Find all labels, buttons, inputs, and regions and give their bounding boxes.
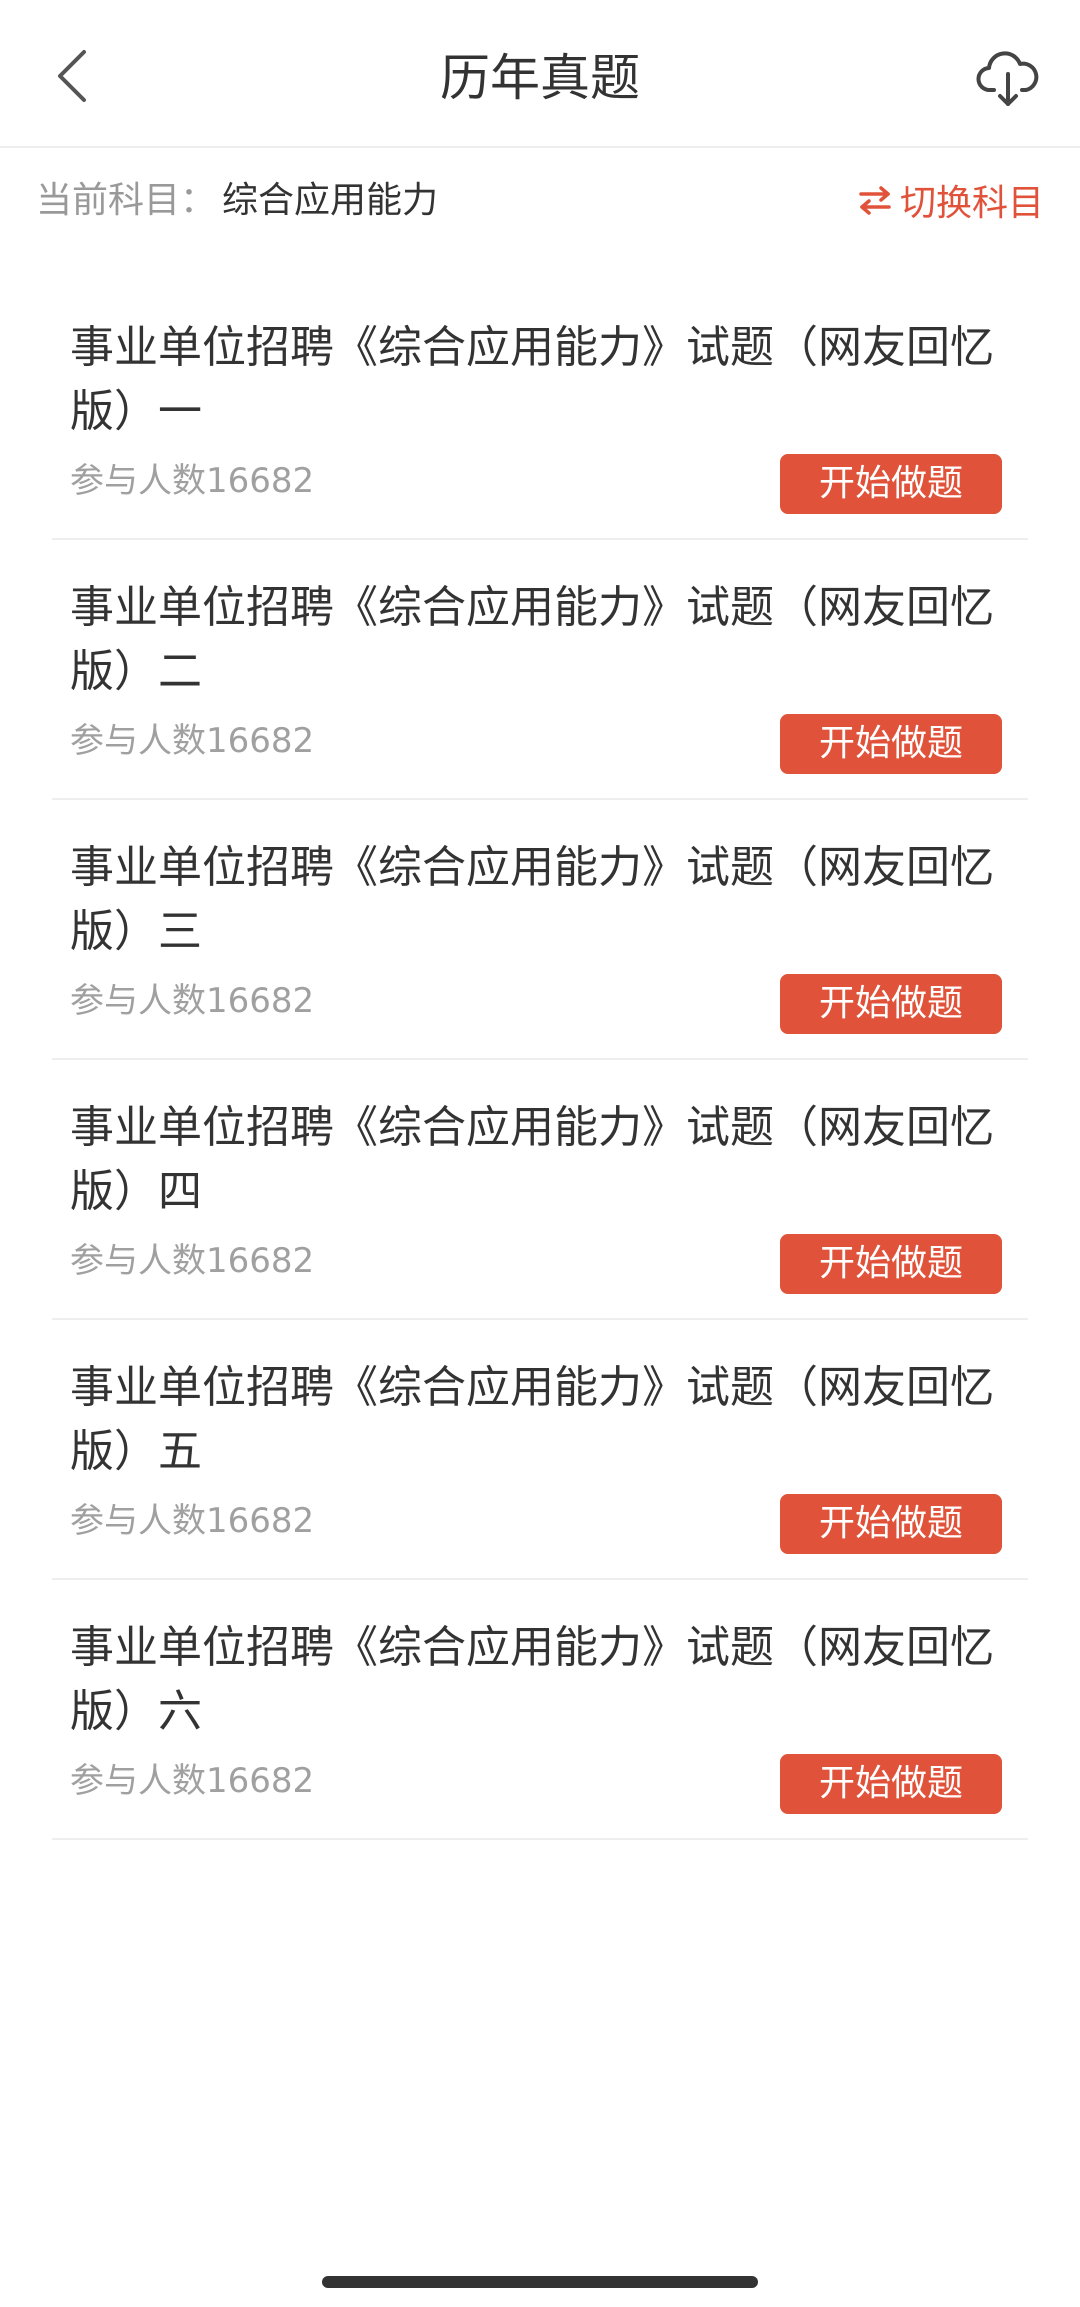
list-item[interactable]: 事业单位招聘《综合应用能力》试题（网友回忆版）六 参与人数16682 开始做题 (52, 1580, 1028, 1840)
subject-bar: 当前科目： 综合应用能力 切换科目 (0, 150, 1080, 254)
cloud-download-icon (976, 51, 1039, 106)
download-button[interactable] (966, 36, 1050, 120)
list-item[interactable]: 事业单位招聘《综合应用能力》试题（网友回忆版）三 参与人数16682 开始做题 (52, 800, 1028, 1060)
page-title: 历年真题 (440, 49, 640, 107)
count-prefix: 参与人数 (70, 721, 206, 761)
top-bar: 历年真题 (0, 0, 1080, 148)
item-title: 事业单位招聘《综合应用能力》试题（网友回忆版）四 (70, 1102, 994, 1217)
start-button[interactable]: 开始做题 (780, 1494, 1002, 1554)
item-title: 事业单位招聘《综合应用能力》试题（网友回忆版）三 (70, 842, 994, 957)
count-prefix: 参与人数 (70, 1761, 206, 1801)
swap-arrows-icon (859, 186, 891, 215)
subject-value: 综合应用能力 (222, 180, 439, 221)
participant-count: 参与人数16682 (70, 1236, 314, 1286)
start-button[interactable]: 开始做题 (780, 714, 1002, 774)
participant-count: 参与人数16682 (70, 1496, 314, 1546)
item-title: 事业单位招聘《综合应用能力》试题（网友回忆版）六 (70, 1622, 994, 1737)
switch-subject-button[interactable]: 切换科目 (858, 170, 1044, 230)
item-title: 事业单位招聘《综合应用能力》试题（网友回忆版）一 (70, 322, 994, 437)
participant-count: 参与人数16682 (70, 716, 314, 766)
count-prefix: 参与人数 (70, 1241, 206, 1281)
list-item[interactable]: 事业单位招聘《综合应用能力》试题（网友回忆版）四 参与人数16682 开始做题 (52, 1060, 1028, 1320)
list-item[interactable]: 事业单位招聘《综合应用能力》试题（网友回忆版）二 参与人数16682 开始做题 (52, 540, 1028, 800)
exam-list: 事业单位招聘《综合应用能力》试题（网友回忆版）一 参与人数16682 开始做题 … (52, 280, 1028, 1840)
start-button[interactable]: 开始做题 (780, 454, 1002, 514)
participant-count: 参与人数16682 (70, 1756, 314, 1806)
count-prefix: 参与人数 (70, 981, 206, 1021)
count-value: 16682 (206, 721, 315, 761)
count-prefix: 参与人数 (70, 1501, 206, 1541)
count-value: 16682 (206, 1761, 315, 1801)
list-item[interactable]: 事业单位招聘《综合应用能力》试题（网友回忆版）五 参与人数16682 开始做题 (52, 1320, 1028, 1580)
count-value: 16682 (206, 1241, 315, 1281)
start-button[interactable]: 开始做题 (780, 1754, 1002, 1814)
count-value: 16682 (206, 1501, 315, 1541)
list-item[interactable]: 事业单位招聘《综合应用能力》试题（网友回忆版）一 参与人数16682 开始做题 (52, 280, 1028, 540)
count-value: 16682 (206, 461, 315, 501)
back-button[interactable] (36, 40, 108, 112)
start-button[interactable]: 开始做题 (780, 974, 1002, 1034)
home-indicator[interactable] (322, 2276, 758, 2288)
participant-count: 参与人数16682 (70, 976, 314, 1026)
chevron-left-icon (58, 50, 86, 102)
switch-subject-label: 切换科目 (899, 183, 1044, 224)
item-title: 事业单位招聘《综合应用能力》试题（网友回忆版）二 (70, 582, 994, 697)
count-value: 16682 (206, 981, 315, 1021)
item-title: 事业单位招聘《综合应用能力》试题（网友回忆版）五 (70, 1362, 994, 1477)
page: 历年真题 当前科目： 综合应用能力 切换科目 事业单位招聘《综合应用能力》试题（… (0, 0, 1080, 2307)
subject-label: 当前科目： (36, 180, 217, 221)
start-button[interactable]: 开始做题 (780, 1234, 1002, 1294)
count-prefix: 参与人数 (70, 461, 206, 501)
participant-count: 参与人数16682 (70, 456, 314, 506)
